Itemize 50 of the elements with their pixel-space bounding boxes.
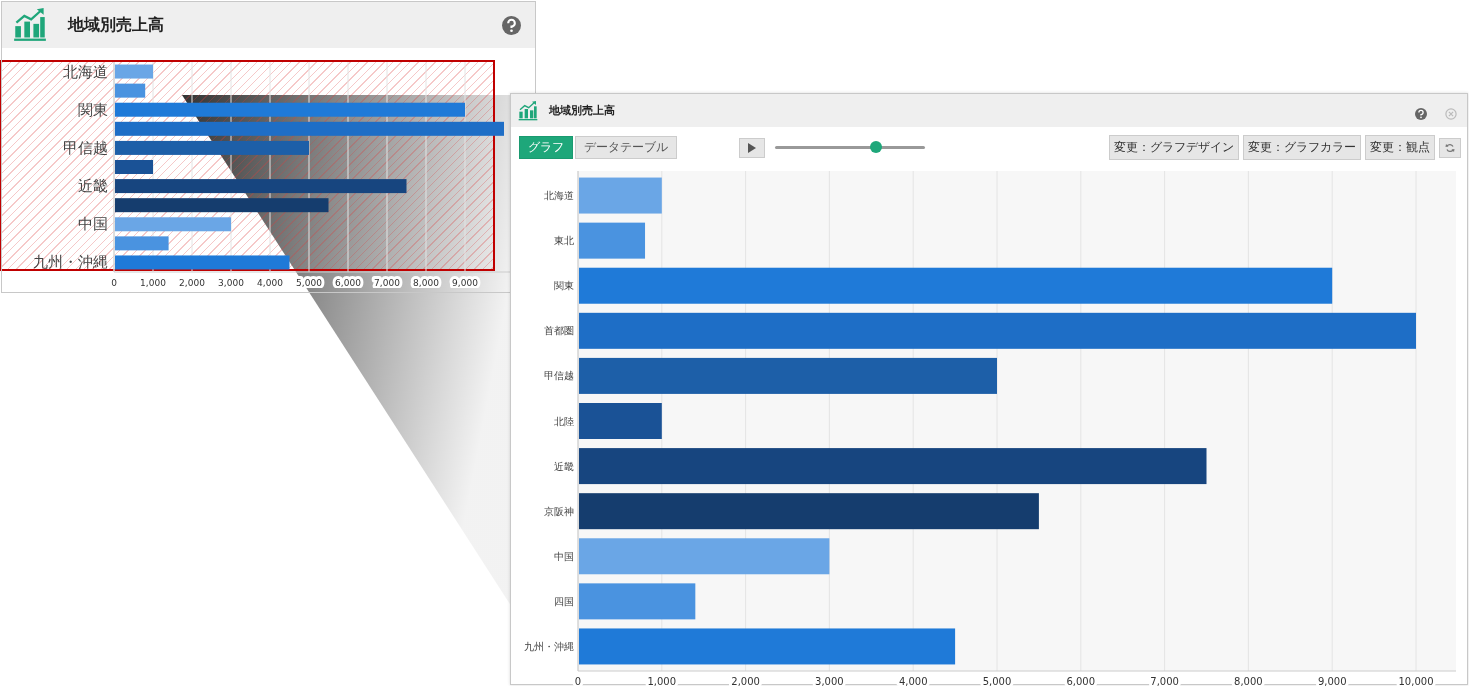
tick-label: 7,000 [374,278,400,288]
widget-title: 地域別売上高 [549,103,615,118]
category-label: 中国 [78,215,108,234]
tick-label: 3,000 [218,278,244,288]
category-label: 甲信越 [63,138,108,157]
tick-label: 10,000 [1398,676,1434,686]
tick-label: 3,000 [815,676,844,686]
tick-label: 6,000 [335,278,361,288]
chart-growth-icon [517,100,539,121]
play-button[interactable] [739,137,765,158]
tick-label: 9,000 [1317,676,1347,686]
help-icon[interactable] [502,15,521,35]
category-label: 四国 [554,595,574,607]
category-label: 近畿 [78,177,108,196]
tick-label: 5,000 [982,676,1012,686]
tick-label: 9,000 [452,278,478,288]
tick-label: 1,000 [647,676,677,686]
toolbar-button[interactable]: 変更：グラフカラー [1243,135,1361,160]
category-label: 北海道 [63,62,108,81]
tick-label: 2,000 [179,278,205,288]
play-icon [748,142,756,153]
category-label: 関東 [554,280,574,292]
category-label: 関東 [78,100,108,119]
tick-label: 6,000 [1066,676,1096,686]
category-label: 九州・沖縄 [33,253,108,272]
tab[interactable]: データテーブル [575,136,677,159]
tick-label: 0 [111,278,117,288]
category-label: 東北 [554,235,574,247]
widget-title: 地域別売上高 [68,14,165,36]
category-label: 北海道 [544,190,574,202]
toolbar-button[interactable]: 変更：観点 [1365,135,1435,160]
category-label: 京阪神 [544,505,574,517]
toolbar-button[interactable]: 変更：グラフデザイン [1109,135,1239,160]
category-label: 甲信越 [544,370,574,382]
tick-label: 8,000 [1234,676,1263,686]
tick-label: 4,000 [257,278,283,288]
category-label: 首都圏 [544,325,574,337]
slider-thumb[interactable] [869,141,882,153]
tick-label: 8,000 [413,278,439,288]
tick-label: 1,000 [140,278,166,288]
category-label: 九州・沖縄 [524,640,574,652]
tick-label: 0 [574,676,582,686]
refresh-icon [1445,142,1455,153]
category-label: 北陸 [554,415,574,427]
tick-label: 4,000 [898,676,928,686]
tick-label: 2,000 [731,676,760,686]
tick-label: 7,000 [1150,676,1179,686]
refresh-button[interactable] [1439,137,1461,158]
category-label: 中国 [554,550,574,562]
category-label: 近畿 [554,460,574,472]
